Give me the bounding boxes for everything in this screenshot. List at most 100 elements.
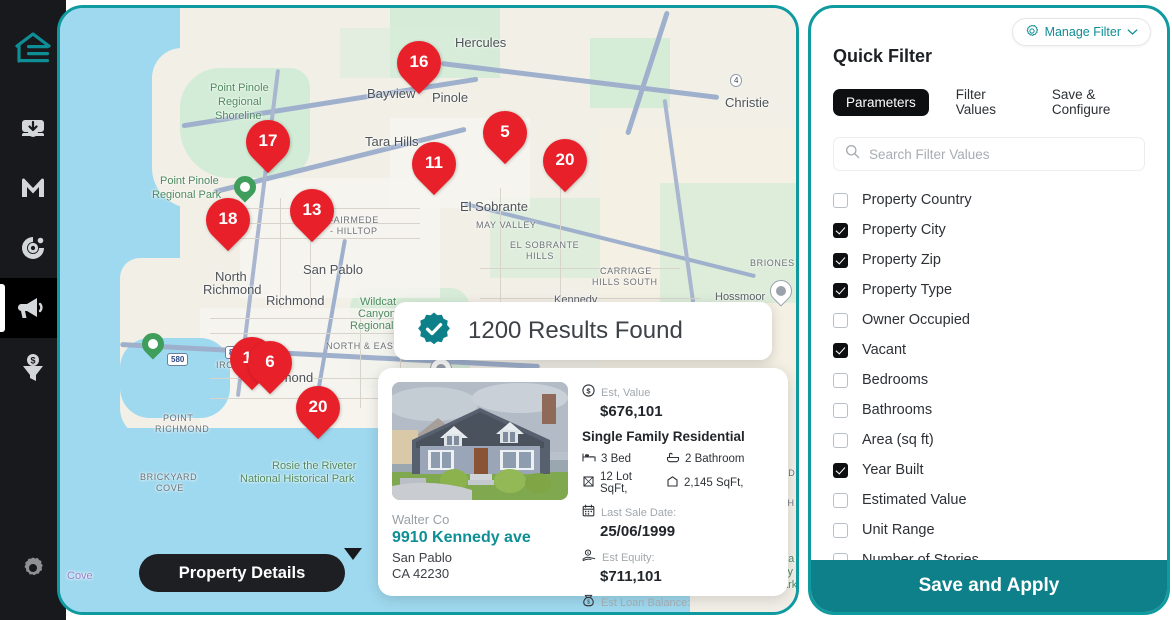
map-label: HILLS SOUTH (592, 277, 658, 287)
map-pin[interactable]: 16 (387, 31, 451, 99)
filter-label: Property City (862, 222, 946, 238)
hand-coin-icon: $ (582, 549, 596, 567)
map-panel[interactable]: Hercules Bayview Pinole Christie Tara Hills P… (57, 5, 799, 615)
filter-row-vacant[interactable]: Vacant (833, 335, 1145, 365)
checkbox-icon[interactable] (833, 492, 848, 508)
map-label: Christie (725, 95, 770, 110)
property-owner: Walter Co (392, 512, 450, 527)
poi-marker-park-2[interactable] (137, 328, 169, 361)
poi-marker-generic[interactable] (765, 275, 796, 308)
checkbox-icon[interactable] (833, 252, 848, 268)
map-pin-count: 11 (425, 153, 443, 172)
chevron-down-icon (1127, 25, 1138, 39)
checkbox-icon[interactable] (833, 462, 848, 478)
filter-label: Property Zip (862, 252, 941, 268)
map-label: Point Pinole (160, 175, 219, 187)
checkbox-icon[interactable] (833, 552, 848, 560)
property-spec-line-2: 12 Lot SqFt, 2,145 SqFt, (582, 471, 774, 495)
svg-text:$: $ (30, 356, 35, 366)
map-label: Rosie the Riveter (272, 460, 357, 472)
verified-check-badge-icon (416, 311, 452, 352)
map-label: National Historical Park (240, 473, 355, 485)
filter-label: Area (sq ft) (862, 432, 934, 448)
filter-label: Estimated Value (862, 492, 967, 508)
filter-row-year-built[interactable]: Year Built (833, 455, 1145, 485)
map-pin[interactable]: 6 (238, 331, 302, 399)
filter-tabs[interactable]: Parameters Filter Values Save & Configure (833, 81, 1145, 123)
filter-values-list[interactable]: Property Country Property City Property Zi… (811, 171, 1167, 560)
filter-row-area-sq-ft[interactable]: Area (sq ft) (833, 425, 1145, 455)
filter-row-property-city[interactable]: Property City (833, 215, 1145, 245)
property-card[interactable]: Walter Co 9910 Kennedy ave San Pablo CA … (378, 368, 788, 609)
manage-filter-button[interactable]: Manage Filter (1011, 18, 1151, 46)
map-label: BRIONES (750, 258, 795, 268)
caret-down-icon[interactable] (344, 548, 362, 560)
map-pin-count: 18 (218, 209, 238, 228)
map-pin[interactable]: 5 (473, 101, 537, 169)
filter-row-number-of-stories[interactable]: Number of Stories (833, 545, 1145, 560)
bed-value: 3 Bed (601, 453, 632, 465)
checkbox-icon[interactable] (833, 522, 848, 538)
tab-filter-values[interactable]: Filter Values (943, 81, 1025, 123)
area-spec: 2,145 SqFt, (666, 471, 743, 495)
map-pin[interactable]: 20 (286, 376, 350, 444)
results-banner: 1200 Results Found (394, 302, 772, 360)
map-label: FAIRMEDE (328, 215, 379, 225)
map-pin-count: 17 (258, 131, 278, 150)
filter-label: Number of Stories (862, 552, 979, 560)
filter-row-estimated-value[interactable]: Estimated Value (833, 485, 1145, 515)
megaphone-icon (18, 295, 48, 321)
tab-save-configure[interactable]: Save & Configure (1039, 81, 1145, 123)
checkbox-icon[interactable] (833, 372, 848, 388)
checkbox-icon[interactable] (833, 432, 848, 448)
map-pin[interactable]: 11 (402, 132, 466, 200)
filter-row-property-type[interactable]: Property Type (833, 275, 1145, 305)
checkbox-icon[interactable] (833, 402, 848, 418)
search-input[interactable] (869, 146, 1133, 162)
map-pin[interactable]: 20 (533, 129, 597, 197)
map-label: EL SOBRANTE (510, 240, 580, 250)
checkbox-icon[interactable] (833, 342, 848, 358)
map-label: NORTH & EAST (326, 341, 400, 351)
home-logo-icon[interactable] (11, 26, 55, 70)
map-pin[interactable]: 13 (280, 179, 344, 247)
search-filter-values-wrap[interactable] (833, 137, 1145, 171)
map-label: CARRIAGE (600, 266, 652, 276)
area-value: 2,145 SqFt, (684, 477, 744, 489)
map-canvas[interactable]: Hercules Bayview Pinole Christie Tara Hills P… (60, 8, 796, 612)
checkbox-icon[interactable] (833, 192, 848, 208)
quick-filter-panel: Manage Filter Quick Filter Parameters Fil… (808, 5, 1170, 615)
property-details-button[interactable]: Property Details (139, 554, 345, 592)
money-bag-icon: $ (582, 594, 595, 612)
map-pin[interactable]: 17 (236, 110, 300, 178)
est-loan-block: $ Est Loan Balance: $0 (582, 594, 774, 612)
filter-row-owner-occupied[interactable]: Owner Occupied (833, 305, 1145, 335)
last-sale-value: 25/06/1999 (600, 523, 676, 540)
checkbox-icon[interactable] (833, 312, 848, 328)
last-sale-block: Last Sale Date: 25/06/1999 (582, 504, 774, 540)
bathroom-value: 2 Bathroom (685, 453, 745, 465)
filter-row-unit-range[interactable]: Unit Range (833, 515, 1145, 545)
svg-text:$: $ (587, 551, 589, 555)
save-and-apply-button[interactable]: Save and Apply (811, 560, 1167, 612)
est-value: $676,101 (600, 403, 663, 420)
checkbox-icon[interactable] (833, 282, 848, 298)
results-count-text: 1200 Results Found (468, 317, 683, 344)
gear-icon (20, 555, 46, 581)
filter-row-property-country[interactable]: Property Country (833, 185, 1145, 215)
bed-spec: 3 Bed (582, 452, 662, 466)
filter-row-bedrooms[interactable]: Bedrooms (833, 365, 1145, 395)
filter-label: Bedrooms (862, 372, 929, 388)
checkbox-icon[interactable] (833, 222, 848, 238)
property-address[interactable]: 9910 Kennedy ave (392, 529, 568, 547)
map-pin[interactable]: 18 (196, 188, 260, 256)
filter-row-property-zip[interactable]: Property Zip (833, 245, 1145, 275)
est-value-row: $ Est, Value (582, 384, 774, 402)
bed-icon (582, 452, 596, 466)
filter-label: Property Country (862, 192, 972, 208)
map-pin-count: 6 (265, 352, 275, 371)
filter-row-bathrooms[interactable]: Bathrooms (833, 395, 1145, 425)
map-label: COVE (156, 483, 184, 493)
est-equity-label: Est Equity: (602, 552, 655, 564)
tab-parameters[interactable]: Parameters (833, 88, 929, 116)
